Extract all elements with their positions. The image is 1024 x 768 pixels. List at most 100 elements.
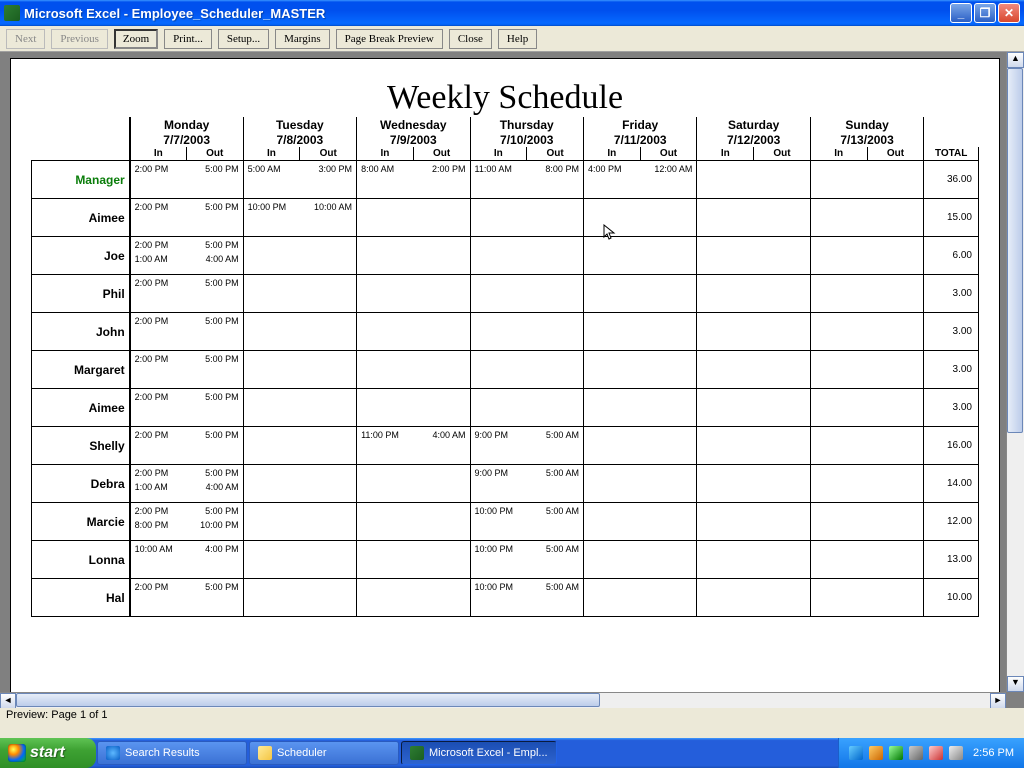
total-cell: 3.00 (924, 275, 979, 313)
scroll-right-button[interactable]: ► (990, 693, 1006, 709)
employee-name: Marcie (32, 503, 130, 541)
page-preview[interactable]: Weekly Schedule MondayTuesdayWednesdayTh… (10, 58, 1000, 702)
taskbar: start Search Results Scheduler Microsoft… (0, 738, 1024, 768)
shift-cell (357, 541, 470, 579)
total-cell: 36.00 (924, 161, 979, 199)
date-header: 7/8/2003 (243, 133, 356, 147)
taskbar-item[interactable]: Microsoft Excel - Empl... (401, 741, 557, 765)
scroll-up-button[interactable]: ▲ (1007, 52, 1024, 68)
vertical-scrollbar[interactable]: ▲ ▼ (1006, 52, 1024, 692)
close-button[interactable]: ✕ (998, 3, 1020, 23)
shift-cell (357, 503, 470, 541)
shift-cell: 2:00 PM5:00 PM1:00 AM4:00 AM (130, 237, 243, 275)
tray-icon[interactable] (889, 746, 903, 760)
shift-cell (243, 427, 356, 465)
minimize-button[interactable]: _ (950, 3, 972, 23)
shift-cell: 2:00 PM5:00 PM (130, 313, 243, 351)
shift-cell (810, 389, 923, 427)
shift-cell (357, 351, 470, 389)
employee-name: Aimee (32, 389, 130, 427)
system-tray[interactable]: 2:56 PM (838, 738, 1024, 768)
schedule-row: Aimee2:00 PM5:00 PM10:00 PM10:00 AM15.00 (32, 199, 979, 237)
start-button[interactable]: start (0, 738, 96, 768)
close-preview-button[interactable]: Close (449, 29, 492, 49)
shift-cell (697, 465, 810, 503)
date-header: 7/10/2003 (470, 133, 583, 147)
shift-cell (243, 579, 356, 617)
shift-cell (810, 503, 923, 541)
windows-logo-icon (8, 744, 26, 762)
maximize-button[interactable]: ❐ (974, 3, 996, 23)
shift-cell (697, 199, 810, 237)
shift-cell (810, 351, 923, 389)
next-button: Next (6, 29, 45, 49)
shift-cell: 10:00 PM5:00 AM (470, 541, 583, 579)
shift-cell (243, 465, 356, 503)
total-cell: 13.00 (924, 541, 979, 579)
shift-cell: 10:00 AM4:00 PM (130, 541, 243, 579)
out-header: Out (186, 147, 243, 161)
shift-cell (583, 465, 696, 503)
page-break-preview-button[interactable]: Page Break Preview (336, 29, 443, 49)
in-header: In (697, 147, 754, 161)
tray-icon[interactable] (929, 746, 943, 760)
shift-cell (357, 579, 470, 617)
scroll-track[interactable] (1007, 68, 1024, 676)
previous-button: Previous (51, 29, 108, 49)
taskbar-item[interactable]: Scheduler (249, 741, 399, 765)
taskbar-item[interactable]: Search Results (97, 741, 247, 765)
date-header: 7/11/2003 (583, 133, 696, 147)
scroll-down-button[interactable]: ▼ (1007, 676, 1024, 692)
volume-icon[interactable] (949, 746, 963, 760)
zoom-button[interactable]: Zoom (114, 29, 158, 49)
tray-icon[interactable] (909, 746, 923, 760)
tray-icon[interactable] (849, 746, 863, 760)
print-button[interactable]: Print... (164, 29, 212, 49)
shift-cell: 8:00 AM2:00 PM (357, 161, 470, 199)
shift-cell: 9:00 PM5:00 AM (470, 465, 583, 503)
shift-cell (583, 237, 696, 275)
tray-icon[interactable] (869, 746, 883, 760)
status-text: Preview: Page 1 of 1 (6, 709, 108, 721)
in-header: In (243, 147, 300, 161)
setup-button[interactable]: Setup... (218, 29, 269, 49)
employee-name: Hal (32, 579, 130, 617)
shift-cell (697, 161, 810, 199)
schedule-row: Shelly2:00 PM5:00 PM11:00 PM4:00 AM9:00 … (32, 427, 979, 465)
shift-cell: 10:00 PM10:00 AM (243, 199, 356, 237)
scroll-left-button[interactable]: ◄ (0, 693, 16, 709)
out-header: Out (754, 147, 811, 161)
scroll-track[interactable] (16, 693, 990, 709)
scroll-thumb[interactable] (1007, 68, 1023, 433)
schedule-row: Manager2:00 PM5:00 PM5:00 AM3:00 PM8:00 … (32, 161, 979, 199)
shift-cell (810, 465, 923, 503)
shift-cell: 2:00 PM5:00 PM (130, 579, 243, 617)
scroll-thumb[interactable] (16, 693, 600, 707)
shift-cell: 9:00 PM5:00 AM (470, 427, 583, 465)
shift-cell (697, 427, 810, 465)
employee-name: Debra (32, 465, 130, 503)
shift-cell (470, 351, 583, 389)
shift-cell (470, 199, 583, 237)
in-header: In (470, 147, 527, 161)
total-cell: 12.00 (924, 503, 979, 541)
in-header: In (130, 147, 187, 161)
in-header: In (357, 147, 414, 161)
horizontal-scrollbar[interactable]: ◄ ► (0, 692, 1006, 708)
shift-cell (583, 351, 696, 389)
shift-cell (810, 313, 923, 351)
shift-cell: 2:00 PM5:00 PM (130, 427, 243, 465)
shift-cell: 5:00 AM3:00 PM (243, 161, 356, 199)
help-button[interactable]: Help (498, 29, 537, 49)
taskbar-clock[interactable]: 2:56 PM (973, 747, 1014, 759)
date-header: 7/12/2003 (697, 133, 810, 147)
employee-name: Margaret (32, 351, 130, 389)
taskbar-item-label: Search Results (125, 747, 200, 759)
shift-cell (357, 465, 470, 503)
total-cell: 10.00 (924, 579, 979, 617)
margins-button[interactable]: Margins (275, 29, 329, 49)
shift-cell (243, 275, 356, 313)
shift-cell (583, 389, 696, 427)
shift-cell (583, 199, 696, 237)
schedule-row: Debra2:00 PM5:00 PM1:00 AM4:00 AM9:00 PM… (32, 465, 979, 503)
